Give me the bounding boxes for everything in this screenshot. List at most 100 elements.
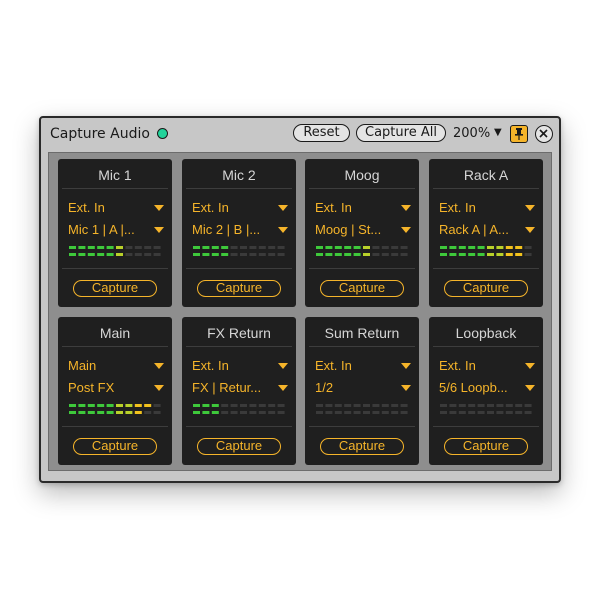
meter-segment xyxy=(372,404,380,407)
meter-segment xyxy=(144,404,152,407)
meter-segment xyxy=(87,246,95,249)
meter-segment xyxy=(477,253,485,256)
input-type-dropdown[interactable]: Main xyxy=(68,357,164,375)
meter-segment xyxy=(316,246,323,249)
pin-button[interactable] xyxy=(510,125,528,143)
meter-segment xyxy=(249,411,257,414)
meter-segment xyxy=(468,404,476,407)
input-type-dropdown[interactable]: Ext. In xyxy=(192,199,288,217)
close-button[interactable] xyxy=(535,125,553,143)
input-source-dropdown[interactable]: Mic 1 | A |... xyxy=(68,221,164,239)
capture-button[interactable]: Capture xyxy=(197,280,281,297)
meter-segment xyxy=(440,253,447,256)
meter-segment xyxy=(97,253,105,256)
capture-button[interactable]: Capture xyxy=(73,438,157,455)
divider xyxy=(62,268,168,269)
channel-name: Moog xyxy=(344,167,380,183)
input-type-dropdown[interactable]: Ext. In xyxy=(315,357,411,375)
meter-segment xyxy=(372,411,380,414)
meter-segment xyxy=(97,411,105,414)
meter-segment xyxy=(334,404,342,407)
input-source-dropdown[interactable]: 1/2 xyxy=(315,379,411,397)
capture-button[interactable]: Capture xyxy=(444,280,528,297)
divider xyxy=(309,426,415,427)
meter-segment xyxy=(193,253,200,256)
meter-segment xyxy=(505,411,513,414)
meter-segment xyxy=(325,246,333,249)
zoom-level-select[interactable]: 200% xyxy=(453,126,490,141)
meter-segment xyxy=(78,411,86,414)
input-source-dropdown[interactable]: 5/6 Loopb... xyxy=(439,379,535,397)
input-source-dropdown[interactable]: Post FX xyxy=(68,379,164,397)
meter-segment xyxy=(202,253,210,256)
meter-segment xyxy=(391,411,399,414)
chevron-down-icon xyxy=(401,205,411,211)
meter-segment xyxy=(353,404,361,407)
meter-segment xyxy=(249,253,257,256)
input-type-dropdown[interactable]: Ext. In xyxy=(68,199,164,217)
channel-card: Mic 2 Ext. In Mic 2 | B |... Capture xyxy=(182,159,296,307)
meter-segment xyxy=(344,411,352,414)
meter-segment xyxy=(487,404,494,407)
meter-segment xyxy=(211,253,219,256)
capture-button[interactable]: Capture xyxy=(320,438,404,455)
divider xyxy=(186,188,292,189)
input-type-dropdown[interactable]: Ext. In xyxy=(439,357,535,375)
input-source-label: FX | Retur... xyxy=(192,380,262,395)
meter-segment xyxy=(496,404,504,407)
capture-all-button[interactable]: Capture All xyxy=(356,124,446,142)
input-source-dropdown[interactable]: FX | Retur... xyxy=(192,379,288,397)
meter-segment xyxy=(221,253,229,256)
meter-segment xyxy=(344,253,352,256)
meter-segment xyxy=(400,246,408,249)
meter-segment xyxy=(440,246,447,249)
meter-segment xyxy=(153,404,161,407)
meter-segment xyxy=(230,404,238,407)
capture-button[interactable]: Capture xyxy=(73,280,157,297)
meter-segment xyxy=(125,411,133,414)
meter-segment xyxy=(468,253,476,256)
zoom-caret-icon[interactable]: ▼ xyxy=(494,127,502,138)
meter-segment xyxy=(277,411,285,414)
input-type-dropdown[interactable]: Ext. In xyxy=(192,357,288,375)
channel-name: Loopback xyxy=(455,325,517,341)
meter-segment xyxy=(505,404,513,407)
meter-segment xyxy=(496,246,504,249)
meter-segment xyxy=(277,246,285,249)
input-source-dropdown[interactable]: Rack A | A... xyxy=(439,221,535,239)
divider xyxy=(309,268,415,269)
level-meter xyxy=(69,404,161,414)
meter-segment xyxy=(363,253,370,256)
meter-segment xyxy=(268,246,276,249)
capture-button[interactable]: Capture xyxy=(320,280,404,297)
capture-button[interactable]: Capture xyxy=(444,438,528,455)
channel-name: Main xyxy=(99,325,131,341)
divider xyxy=(433,426,539,427)
meter-segment xyxy=(202,404,210,407)
meter-segment xyxy=(240,246,247,249)
meter-segment xyxy=(325,253,333,256)
input-source-dropdown[interactable]: Moog | St... xyxy=(315,221,411,239)
channel-grid: Mic 1 Ext. In Mic 1 | A |... Capture Mic… xyxy=(48,152,552,471)
meter-segment xyxy=(515,246,523,249)
input-type-dropdown[interactable]: Ext. In xyxy=(439,199,535,217)
meter-segment xyxy=(316,411,323,414)
meter-segment xyxy=(334,246,342,249)
divider xyxy=(62,426,168,427)
meter-segment xyxy=(153,246,161,249)
reset-button[interactable]: Reset xyxy=(293,124,350,142)
input-type-dropdown[interactable]: Ext. In xyxy=(315,199,411,217)
meter-segment xyxy=(134,246,142,249)
meter-segment xyxy=(458,411,466,414)
meter-segment xyxy=(258,253,266,256)
input-source-dropdown[interactable]: Mic 2 | B |... xyxy=(192,221,288,239)
input-type-label: Ext. In xyxy=(315,200,352,215)
meter-segment xyxy=(477,246,485,249)
chevron-down-icon xyxy=(525,385,535,391)
meter-segment xyxy=(400,404,408,407)
meter-segment xyxy=(316,253,323,256)
divider xyxy=(186,426,292,427)
capture-button[interactable]: Capture xyxy=(197,438,281,455)
level-meter xyxy=(440,404,532,414)
level-meter xyxy=(440,246,532,256)
